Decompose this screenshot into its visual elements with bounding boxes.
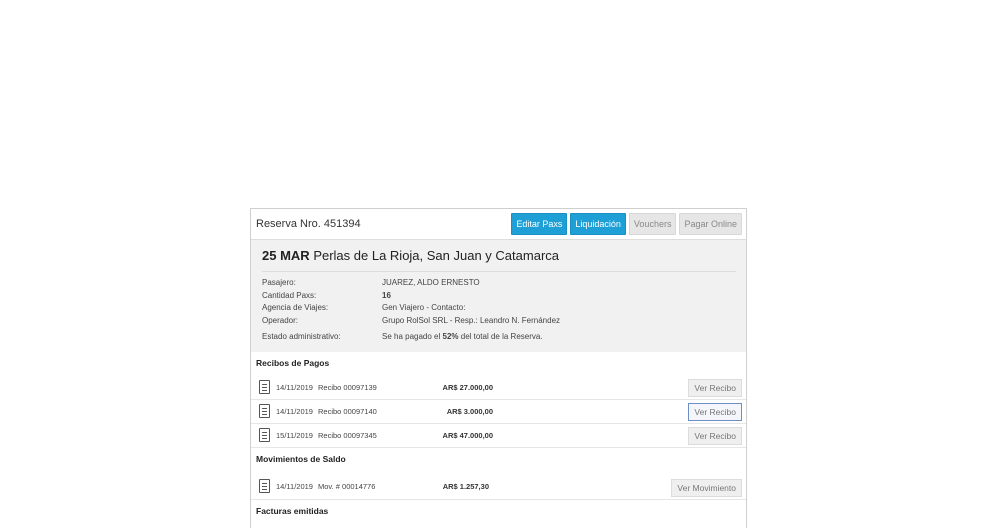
item-desc: Mov. # 00014776	[318, 481, 376, 491]
value-operador: Grupo RolSol SRL - Resp.: Leandro N. Fer…	[382, 315, 561, 325]
value-pasajero: JUAREZ, ALDO ERNESTO	[382, 278, 480, 287]
item-date: 14/11/2019	[276, 481, 313, 491]
receipt-icon	[259, 479, 270, 493]
trip-title: 25 MAR Perlas de La Rioja, San Juan y Ca…	[262, 248, 736, 272]
item-desc: Recibo 00097140	[318, 406, 377, 416]
label-operador: Operador:	[262, 315, 299, 325]
item-amount: AR$ 27.000,00	[442, 382, 493, 392]
vouchers-button[interactable]: Vouchers	[628, 213, 677, 235]
ver-recibo-button[interactable]: Ver Recibo	[688, 402, 742, 421]
facturas-empty-note: No se han emitido Facturas	[251, 520, 746, 528]
ver-recibo-button[interactable]: Ver Recibo	[688, 426, 742, 445]
label-estado: Estado administrativo:	[262, 332, 341, 341]
label-pasajero: Pasajero:	[262, 278, 296, 287]
item-date: 14/11/2019	[276, 382, 313, 392]
estado-percent: 52%	[442, 332, 459, 341]
detail-estado: Estado administrativo: Se ha pagado el 5…	[262, 331, 736, 344]
reserva-header: Reserva Nro. 451394 Editar Paxs Liquidac…	[251, 209, 746, 240]
value-agencia: Gen Viajero - Contacto:	[382, 303, 466, 312]
estado-text-pre: Se ha pagado el	[382, 332, 443, 341]
item-amount: AR$ 3.000,00	[446, 406, 493, 416]
ver-movimiento-button[interactable]: Ver Movimiento	[671, 478, 742, 497]
reserva-title: Reserva Nro. 451394	[256, 218, 361, 230]
value-estado: Se ha pagado el 52% del total de la Rese…	[382, 331, 543, 344]
detail-operador: Operador: Grupo RolSol SRL - Resp.: Lean…	[262, 315, 736, 328]
list-item: 14/11/2019 Mov. # 00014776 AR$ 1.257,30 …	[251, 474, 746, 500]
receipt-icon	[259, 428, 270, 442]
label-cantidad: Cantidad Paxs:	[262, 290, 317, 300]
reserva-info: 25 MAR Perlas de La Rioja, San Juan y Ca…	[251, 240, 746, 352]
item-desc: Recibo 00097345	[318, 430, 377, 440]
list-item: 14/11/2019 Recibo 00097140 AR$ 3.000,00 …	[251, 400, 746, 424]
facturas-heading: Facturas emitidas	[256, 505, 329, 516]
label-agencia: Agencia de Viajes:	[262, 303, 329, 312]
list-item: 14/11/2019 Recibo 00097139 AR$ 27.000,00…	[251, 376, 746, 400]
detail-agencia: Agencia de Viajes: Gen Viajero - Contact…	[262, 302, 736, 315]
reserva-panel: Reserva Nro. 451394 Editar Paxs Liquidac…	[250, 208, 747, 528]
movimientos-heading: Movimientos de Saldo	[256, 453, 346, 464]
item-desc: Recibo 00097139	[318, 382, 377, 392]
liquidacion-button[interactable]: Liquidación	[570, 213, 626, 235]
editar-paxs-button[interactable]: Editar Paxs	[511, 213, 568, 235]
estado-text-post: del total de la Reserva.	[458, 332, 543, 341]
item-amount: AR$ 47.000,00	[442, 430, 493, 440]
value-cantidad: 16	[382, 290, 391, 300]
detail-pasajero: Pasajero: JUAREZ, ALDO ERNESTO	[262, 277, 736, 290]
receipt-icon	[259, 404, 270, 418]
item-date: 14/11/2019	[276, 406, 313, 416]
trip-name: Perlas de La Rioja, San Juan y Catamarca	[313, 248, 559, 263]
detail-cantidad: Cantidad Paxs: 16	[262, 290, 736, 303]
reserva-actions: Editar Paxs Liquidación Vouchers Pagar O…	[511, 213, 742, 235]
item-date: 15/11/2019	[276, 430, 313, 440]
pagar-online-button[interactable]: Pagar Online	[679, 213, 742, 235]
recibos-heading: Recibos de Pagos	[256, 357, 330, 368]
receipt-icon	[259, 380, 270, 394]
ver-recibo-button[interactable]: Ver Recibo	[688, 378, 742, 397]
list-item: 15/11/2019 Recibo 00097345 AR$ 47.000,00…	[251, 424, 746, 448]
item-amount: AR$ 1.257,30	[442, 481, 489, 491]
trip-date: 25 MAR	[262, 248, 310, 263]
